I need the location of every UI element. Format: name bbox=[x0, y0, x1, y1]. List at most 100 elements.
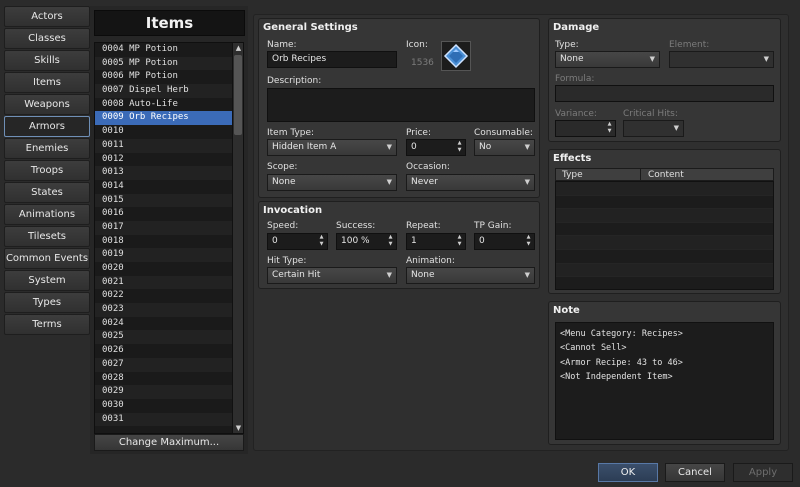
variance-spinner[interactable]: ▲ ▼ bbox=[555, 120, 616, 137]
element-label: Element: bbox=[669, 40, 710, 50]
table-row[interactable] bbox=[556, 250, 773, 264]
list-item[interactable]: 0014 bbox=[95, 180, 243, 194]
list-item[interactable]: 0012 bbox=[95, 153, 243, 167]
list-item[interactable]: 0020 bbox=[95, 262, 243, 276]
name-field[interactable]: Orb Recipes bbox=[267, 51, 397, 68]
damage-type-select[interactable]: None ▼ bbox=[555, 51, 660, 68]
list-item[interactable]: 0016 bbox=[95, 207, 243, 221]
chevron-down-icon: ▼ bbox=[649, 55, 655, 63]
category-tab-troops[interactable]: Troops bbox=[4, 160, 90, 181]
hit-type-select[interactable]: Certain Hit ▼ bbox=[267, 267, 397, 284]
damage-title: Damage bbox=[553, 22, 600, 33]
list-item[interactable]: 0029 bbox=[95, 385, 243, 399]
note-title: Note bbox=[553, 305, 580, 316]
category-tab-actors[interactable]: Actors bbox=[4, 6, 90, 27]
chevron-down-icon: ▼ bbox=[386, 178, 392, 186]
table-row[interactable] bbox=[556, 236, 773, 250]
list-item[interactable]: 0026 bbox=[95, 344, 243, 358]
spinner-arrows-icon[interactable]: ▲ ▼ bbox=[525, 234, 532, 248]
category-tab-weapons[interactable]: Weapons bbox=[4, 94, 90, 115]
spinner-arrows-icon[interactable]: ▲ ▼ bbox=[456, 140, 463, 154]
category-tab-classes[interactable]: Classes bbox=[4, 28, 90, 49]
scope-select[interactable]: None ▼ bbox=[267, 174, 397, 191]
category-tab-states[interactable]: States bbox=[4, 182, 90, 203]
category-tab-types[interactable]: Types bbox=[4, 292, 90, 313]
list-item[interactable]: 0023 bbox=[95, 303, 243, 317]
chevron-down-icon: ▼ bbox=[673, 124, 679, 132]
spinner-arrows-icon[interactable]: ▲ ▼ bbox=[456, 234, 463, 248]
change-maximum-button[interactable]: Change Maximum... bbox=[94, 434, 244, 451]
list-item[interactable]: 0028 bbox=[95, 372, 243, 386]
ok-button[interactable]: OK bbox=[598, 463, 658, 482]
item-list[interactable]: 0004 MP Potion 0005 MP Potion 0006 MP Poti… bbox=[94, 42, 244, 434]
table-row[interactable] bbox=[556, 209, 773, 223]
list-item[interactable]: 0010 bbox=[95, 125, 243, 139]
cancel-button[interactable]: Cancel bbox=[665, 463, 725, 482]
spinner-arrows-icon[interactable]: ▲ ▼ bbox=[606, 121, 613, 135]
price-spinner[interactable]: 0 ▲ ▼ bbox=[406, 139, 466, 156]
category-tab-system[interactable]: System bbox=[4, 270, 90, 291]
element-select[interactable]: ▼ bbox=[669, 51, 774, 68]
category-tab-common-events[interactable]: Common Events bbox=[4, 248, 90, 269]
item-type-select[interactable]: Hidden Item A ▼ bbox=[267, 139, 397, 156]
list-item[interactable]: 0008 Auto-Life bbox=[95, 98, 243, 112]
occasion-select[interactable]: Never ▼ bbox=[406, 174, 535, 191]
effects-table[interactable] bbox=[555, 181, 774, 290]
tp-gain-spinner[interactable]: 0 ▲ ▼ bbox=[474, 233, 535, 250]
icon-index: 1536 bbox=[411, 58, 434, 68]
list-item[interactable]: 0015 bbox=[95, 193, 243, 208]
category-tab-enemies[interactable]: Enemies bbox=[4, 138, 90, 159]
icon-picker[interactable] bbox=[441, 41, 471, 71]
table-row[interactable] bbox=[556, 263, 773, 278]
animation-select[interactable]: None ▼ bbox=[406, 267, 535, 284]
scroll-thumb[interactable] bbox=[234, 55, 242, 135]
success-spinner[interactable]: 100 % ▲ ▼ bbox=[336, 233, 397, 250]
category-tab-terms[interactable]: Terms bbox=[4, 314, 90, 335]
list-item[interactable]: 0031 bbox=[95, 412, 243, 427]
list-item[interactable]: 0019 bbox=[95, 248, 243, 262]
list-item[interactable]: 0011 bbox=[95, 138, 243, 153]
scroll-down-icon[interactable]: ▼ bbox=[233, 423, 243, 433]
chevron-down-icon: ▼ bbox=[524, 143, 530, 151]
description-field[interactable] bbox=[267, 88, 535, 122]
speed-spinner[interactable]: 0 ▲ ▼ bbox=[267, 233, 328, 250]
list-item[interactable]: 0004 MP Potion bbox=[95, 43, 243, 57]
hit-type-label: Hit Type: bbox=[267, 256, 307, 266]
invocation-title: Invocation bbox=[263, 205, 323, 216]
name-label: Name: bbox=[267, 40, 297, 50]
list-item[interactable]: 0025 bbox=[95, 330, 243, 345]
list-scrollbar[interactable]: ▲ ▼ bbox=[232, 43, 243, 433]
list-item[interactable]: 0022 bbox=[95, 289, 243, 303]
table-row[interactable] bbox=[556, 223, 773, 237]
list-item[interactable]: 0027 bbox=[95, 357, 243, 372]
spinner-arrows-icon[interactable]: ▲ ▼ bbox=[387, 234, 394, 248]
category-tab-animations[interactable]: Animations bbox=[4, 204, 90, 225]
list-item[interactable]: 0013 bbox=[95, 166, 243, 180]
list-item[interactable]: 0030 bbox=[95, 399, 243, 413]
list-item[interactable]: 0005 MP Potion bbox=[95, 56, 243, 71]
table-row[interactable] bbox=[556, 196, 773, 210]
list-item[interactable]: 0007 Dispel Herb bbox=[95, 84, 243, 98]
list-item[interactable]: 0018 bbox=[95, 235, 243, 249]
repeat-spinner[interactable]: 1 ▲ ▼ bbox=[406, 233, 466, 250]
list-item[interactable]: 0021 bbox=[95, 275, 243, 290]
spinner-arrows-icon[interactable]: ▲ ▼ bbox=[318, 234, 325, 248]
consumable-select[interactable]: No ▼ bbox=[474, 139, 535, 156]
table-row[interactable] bbox=[556, 182, 773, 196]
category-tab-items[interactable]: Items bbox=[4, 72, 90, 93]
col-type: Type bbox=[562, 170, 583, 180]
note-textarea[interactable]: <Menu Category: Recipes> <Cannot Sell> <Ar… bbox=[555, 322, 774, 440]
list-item[interactable]: 0017 bbox=[95, 220, 243, 235]
scroll-up-icon[interactable]: ▲ bbox=[233, 43, 243, 53]
apply-button[interactable]: Apply bbox=[733, 463, 793, 482]
category-tab-tilesets[interactable]: Tilesets bbox=[4, 226, 90, 247]
critical-hits-select[interactable]: ▼ bbox=[623, 120, 684, 137]
list-item[interactable]: 0006 MP Potion bbox=[95, 70, 243, 84]
list-item[interactable]: 0024 bbox=[95, 317, 243, 331]
invocation-box: Invocation Speed: 0 ▲ ▼ Success: 100 % ▲ ▼ R… bbox=[258, 201, 540, 289]
category-tab-armors[interactable]: Armors bbox=[4, 116, 90, 137]
list-item[interactable]: 0009 Orb Recipes bbox=[95, 111, 243, 126]
category-tab-skills[interactable]: Skills bbox=[4, 50, 90, 71]
formula-field[interactable] bbox=[555, 85, 774, 102]
speed-value: 0 bbox=[272, 236, 278, 246]
